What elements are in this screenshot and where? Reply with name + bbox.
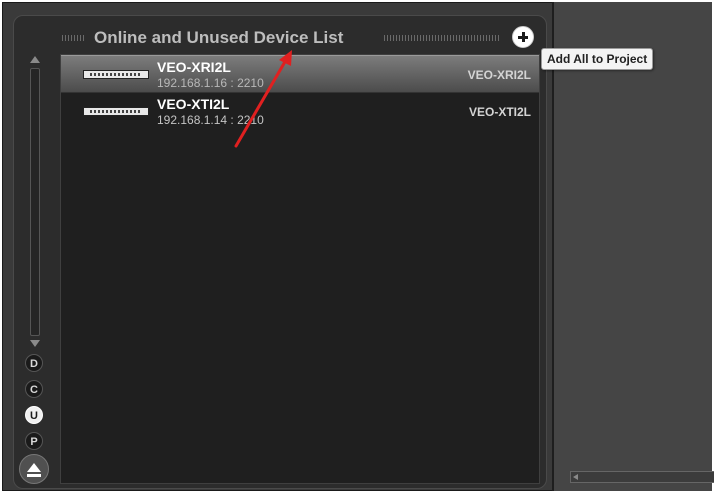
eject-button[interactable] [19,454,49,484]
horizontal-scrollbar[interactable] [570,471,714,483]
scroll-left-arrow-icon[interactable] [573,474,578,480]
project-panel [552,2,714,491]
panel-header: Online and Unused Device List [62,24,538,52]
filter-button-p[interactable]: P [25,432,43,450]
panel-title: Online and Unused Device List [94,28,344,47]
vertical-scrollbar[interactable] [30,68,40,336]
device-name: VEO-XTI2L [157,96,230,112]
device-address: 192.168.1.14 : 2210 [157,113,264,127]
add-all-tooltip: Add All to Project [541,48,654,70]
filter-button-c[interactable]: C [25,380,43,398]
device-list: VEO-XRI2L 192.168.1.16 : 2210 VEO-XRI2L … [60,54,540,484]
device-name: VEO-XRI2L [157,59,231,75]
header-grip [384,35,500,41]
device-model: VEO-XTI2L [468,105,531,119]
device-row-veo-xti2l[interactable]: VEO-XTI2L 192.168.1.14 : 2210 VEO-XTI2L [61,93,539,131]
device-thumbnail-icon [83,107,149,116]
device-row-veo-xri2l[interactable]: VEO-XRI2L 192.168.1.16 : 2210 VEO-XRI2L [61,55,539,93]
filter-button-u[interactable]: U [25,406,43,424]
header-grip [62,35,86,41]
left-rail: D C U P [19,56,49,484]
device-thumbnail-icon [83,70,149,79]
scroll-up-arrow-icon[interactable] [30,56,40,63]
device-address: 192.168.1.16 : 2210 [157,76,264,90]
scroll-down-arrow-icon[interactable] [30,340,40,347]
device-list-panel: D C U P Online and Unused Device List VE… [13,15,547,489]
device-model: VEO-XRI2L [467,68,531,82]
eject-icon [27,463,41,472]
filter-button-d[interactable]: D [25,354,43,372]
add-all-button[interactable] [512,26,534,48]
